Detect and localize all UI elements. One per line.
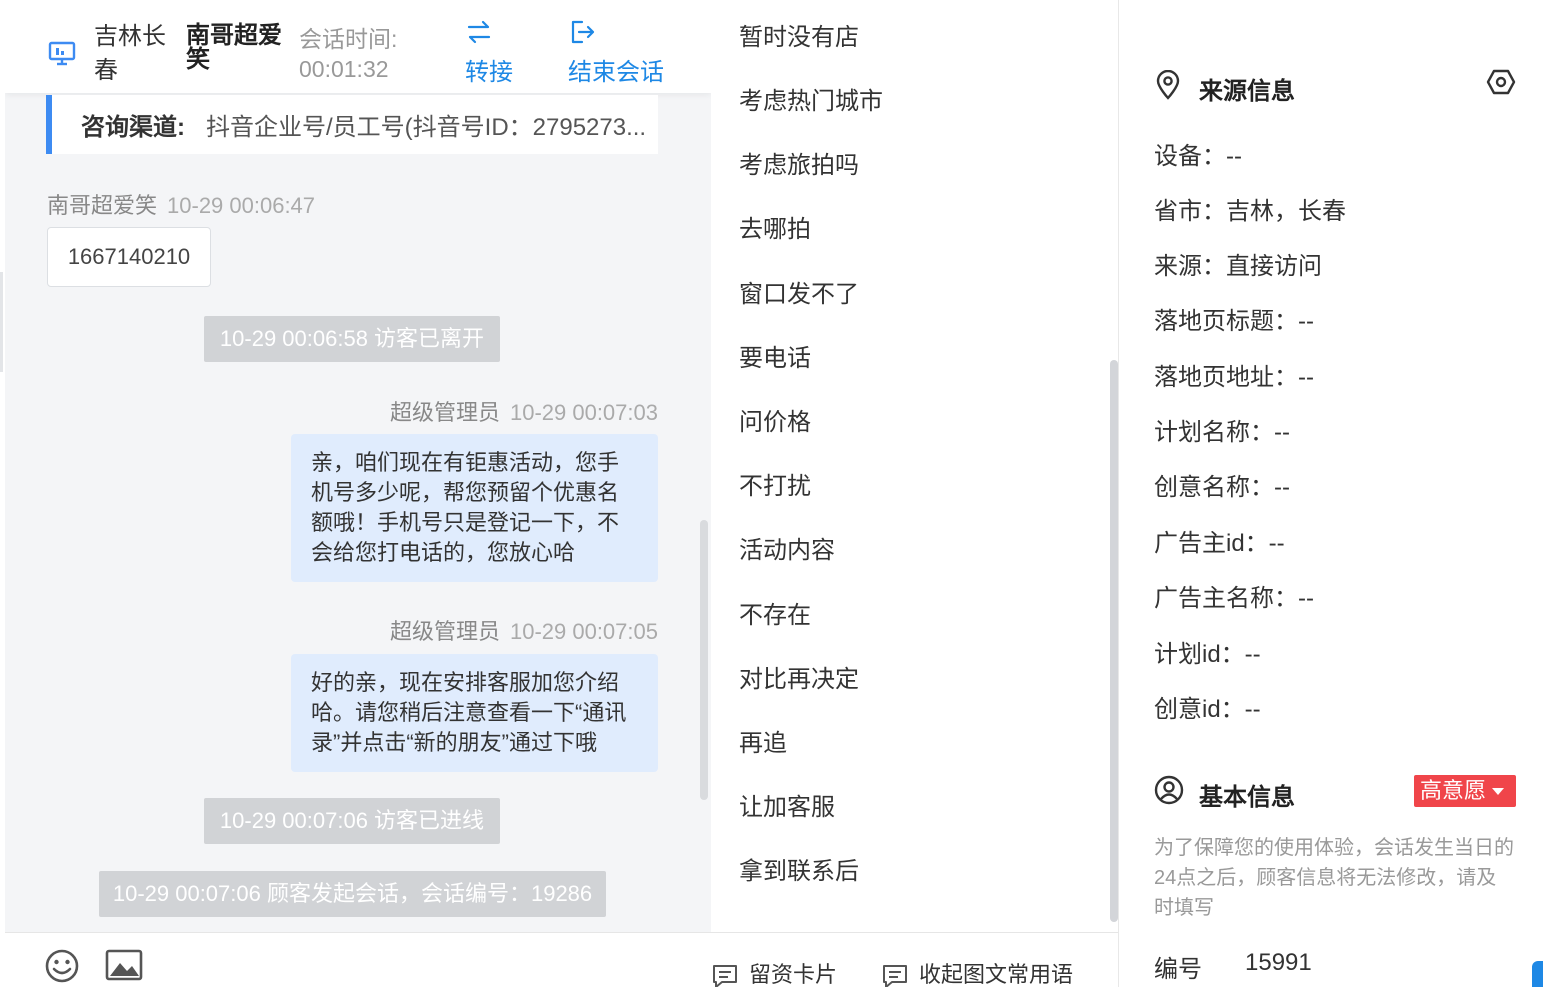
message-meta: 南哥超爱笑 10-29 00:06:47 [47, 188, 315, 220]
source-info-title: 来源信息 [1199, 78, 1295, 105]
source-field-advertiser-id: 广告主id：-- [1154, 530, 1285, 557]
intent-level-label: 高意愿 [1420, 778, 1487, 803]
quick-reply-item[interactable]: 再追 [739, 723, 787, 758]
card-message-icon [713, 965, 737, 987]
quick-reply-item[interactable]: 暂时没有店 [739, 17, 859, 52]
quick-reply-item[interactable]: 去哪拍 [739, 209, 811, 244]
quick-reply-item[interactable]: 活动内容 [739, 530, 835, 565]
end-session-button[interactable]: 结束会话 [568, 18, 664, 87]
session-time-value: 00:01:32 [299, 56, 389, 82]
lead-card-label: 留资卡片 [749, 962, 838, 987]
phrases-message-icon [883, 965, 907, 987]
chat-scrollbar[interactable] [700, 520, 708, 800]
outgoing-message: 好的亲，现在安排客服加您介绍哈。请您稍后注意查看一下“通讯录”并点击“新的朋友”… [291, 654, 658, 772]
transfer-label: 转接 [465, 59, 513, 86]
customer-id-value: 15991 [1245, 949, 1312, 976]
message-time: 10-29 00:07:05 [509, 619, 658, 644]
floating-side-tab[interactable] [1532, 961, 1543, 987]
system-message: 10-29 00:07:06 访客已进线 [204, 798, 500, 844]
chat-panel: 吉林长春 南哥超爱笑 会话时间: 00:01:32 转接 结束会话 咨询渠道: … [5, 0, 711, 932]
chat-header: 吉林长春 南哥超爱笑 会话时间: 00:01:32 转接 结束会话 [5, 0, 711, 93]
message-time: 10-29 00:07:03 [509, 400, 658, 425]
quick-reply-item[interactable]: 窗口发不了 [739, 274, 859, 309]
source-field-creative-id: 创意id：-- [1154, 696, 1261, 723]
system-message: 10-29 00:06:58 访客已离开 [204, 316, 500, 362]
quick-reply-item[interactable]: 不打扰 [739, 466, 811, 501]
transfer-button[interactable]: 转接 [465, 18, 513, 87]
basic-info-title: 基本信息 [1199, 784, 1295, 811]
intent-level-dropdown[interactable]: 高意愿 [1414, 775, 1516, 807]
source-field-advertiser-name: 广告主名称：-- [1154, 585, 1314, 612]
visitor-city: 吉林长春 [94, 23, 166, 84]
quick-reply-item[interactable]: 拿到联系后 [739, 851, 859, 886]
quick-reply-item[interactable]: 问价格 [739, 402, 811, 437]
sender-name: 超级管理员 [389, 619, 500, 644]
location-pin-icon [1156, 70, 1180, 100]
user-circle-icon [1154, 775, 1184, 805]
visitor-name: 南哥超爱笑 [186, 22, 282, 73]
source-field-region: 省市：吉林，长春 [1154, 198, 1346, 225]
app-root: 吉林长春 南哥超爱笑 会话时间: 00:01:32 转接 结束会话 咨询渠道: … [0, 0, 1543, 987]
quick-reply-item[interactable]: 对比再决定 [739, 659, 859, 694]
quick-reply-item[interactable]: 要电话 [739, 338, 811, 373]
sender-name: 超级管理员 [389, 400, 500, 425]
source-field-plan-id: 计划id：-- [1154, 641, 1261, 668]
source-field-landing-title: 落地页标题：-- [1154, 308, 1314, 335]
channel-label: 咨询渠道: [81, 114, 185, 141]
left-edge-handle [0, 272, 3, 372]
message-meta: 超级管理员 10-29 00:07:05 [390, 614, 658, 646]
session-time-label: 会话时间: [299, 26, 398, 52]
source-field-source: 来源：直接访问 [1154, 253, 1322, 280]
source-field-device: 设备：-- [1154, 143, 1242, 170]
input-toolbar: 留资卡片 收起图文常用语 [5, 932, 1118, 987]
channel-value: 抖音企业号/员工号(抖音号ID：2795273... [206, 114, 647, 141]
settings-hex-icon[interactable] [1486, 67, 1516, 97]
source-field-creative-name: 创意名称：-- [1154, 474, 1290, 501]
source-field-plan-name: 计划名称：-- [1154, 419, 1290, 446]
collapse-phrases-button[interactable]: 收起图文常用语 [881, 957, 1073, 987]
outgoing-message: 亲，咱们现在有钜惠活动，您手机号多少呢，帮您预留个优惠名额哦！手机号只是登记一下… [291, 434, 658, 582]
quick-reply-panel: 暂时没有店 考虑热门城市 考虑旅拍吗 去哪拍 窗口发不了 要电话 问价格 不打扰… [711, 0, 1118, 932]
image-icon[interactable] [105, 948, 143, 982]
channel-card: 咨询渠道: 抖音企业号/员工号(抖音号ID：2795273... [46, 95, 658, 154]
incoming-message: 1667140210 [47, 227, 211, 287]
message-meta: 超级管理员 10-29 00:07:03 [390, 395, 658, 427]
quick-reply-item[interactable]: 让加客服 [739, 787, 835, 822]
transfer-icon [467, 20, 491, 44]
message-time: 10-29 00:06:47 [167, 193, 316, 218]
quick-reply-scrollbar[interactable] [1110, 360, 1118, 922]
customer-id-label: 编号 [1154, 956, 1202, 983]
collapse-phrases-label: 收起图文常用语 [919, 962, 1074, 987]
quick-reply-item[interactable]: 考虑旅拍吗 [739, 145, 859, 180]
caret-down-icon [1492, 788, 1504, 795]
sender-name: 南哥超爱笑 [47, 193, 158, 218]
source-field-landing-url: 落地页地址：-- [1154, 364, 1314, 391]
lead-card-button[interactable]: 留资卡片 [711, 957, 837, 987]
exit-icon [571, 20, 595, 44]
edit-notice: 为了保障您的使用体验，会话发生当日的24点之后，顾客信息将无法修改，请及时填写 [1154, 837, 1514, 919]
quick-reply-item[interactable]: 不存在 [739, 595, 811, 630]
monitor-icon [48, 41, 76, 66]
quick-reply-item[interactable]: 考虑热门城市 [739, 81, 883, 116]
system-message: 10-29 00:07:06 顾客发起会话，会话编号：19286 [99, 871, 606, 917]
emoji-icon[interactable] [44, 948, 80, 984]
info-panel: 来源信息 设备：-- 省市：吉林，长春 来源：直接访问 落地页标题：-- 落地页… [1119, 0, 1543, 987]
end-session-label: 结束会话 [568, 59, 664, 86]
